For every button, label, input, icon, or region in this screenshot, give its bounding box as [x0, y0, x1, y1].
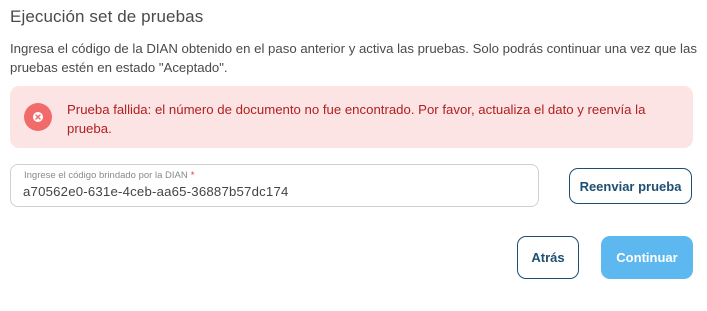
dian-code-input[interactable]	[23, 184, 523, 199]
field-label: Ingrese el código brindado por la DIAN *	[24, 170, 194, 181]
close-circle-icon	[24, 103, 52, 131]
required-marker: *	[190, 170, 195, 181]
section-description: Ingresa el código de la DIAN obtenido en…	[10, 41, 697, 75]
field-label-text: Ingrese el código brindado por la DIAN	[24, 170, 188, 181]
dian-code-field[interactable]: Ingrese el código brindado por la DIAN *	[10, 164, 539, 207]
resend-test-button[interactable]: Reenviar prueba	[569, 168, 692, 204]
section-title: Ejecución set de pruebas	[10, 7, 204, 26]
continue-button[interactable]: Continuar	[601, 236, 693, 279]
error-alert: Prueba fallida: el número de documento n…	[10, 86, 693, 148]
alert-message: Prueba fallida: el número de documento n…	[67, 102, 646, 136]
back-button[interactable]: Atrás	[517, 236, 579, 279]
